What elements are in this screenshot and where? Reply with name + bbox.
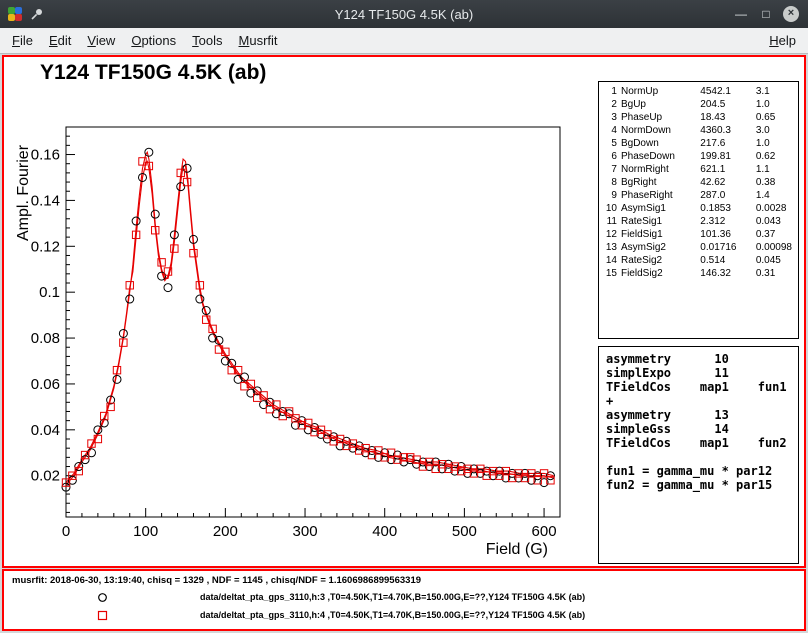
- param-row-ratesig2: 14RateSig20.5140.045: [603, 254, 794, 267]
- param-row-asymsig1: 10AsymSig10.18530.0028: [603, 202, 794, 215]
- svg-text:0.16: 0.16: [31, 147, 60, 164]
- theory-box[interactable]: asymmetry 10 simplExpo 11 TFieldCos map1…: [598, 346, 799, 564]
- svg-text:0: 0: [62, 523, 70, 540]
- menubar: FileEditViewOptionsToolsMusrfit Help: [0, 28, 808, 54]
- svg-text:0.1: 0.1: [39, 284, 60, 301]
- param-row-normdown: 4NormDown4360.33.0: [603, 124, 794, 137]
- menu-options[interactable]: Options: [123, 29, 184, 52]
- param-row-bgdown: 5BgDown217.61.0: [603, 137, 794, 150]
- circle-marker-icon: [94, 592, 110, 603]
- svg-text:400: 400: [372, 523, 397, 540]
- menu-tools[interactable]: Tools: [184, 29, 230, 52]
- param-row-bgup: 2BgUp204.51.0: [603, 98, 794, 111]
- legend-entry-1: data/deltat_pta_gps_3110,h:3 ,T0=4.50K,T…: [4, 589, 804, 605]
- svg-text:0.14: 0.14: [31, 192, 60, 209]
- plot-title: Y124 TF150G 4.5K (ab): [40, 61, 266, 85]
- plot-pad[interactable]: Y124 TF150G 4.5K (ab) 0 100 200 300 400 500 60…: [2, 55, 806, 568]
- param-row-phaseright: 9PhaseRight287.01.4: [603, 189, 794, 202]
- param-row-normright: 7NormRight621.11.1: [603, 163, 794, 176]
- minimize-button[interactable]: —: [733, 6, 749, 22]
- menu-right-group: Help: [761, 29, 804, 52]
- menu-musrfit[interactable]: Musrfit: [231, 29, 286, 52]
- fit-line-2: [66, 159, 554, 483]
- svg-text:500: 500: [452, 523, 477, 540]
- param-row-phasedown: 6PhaseDown199.810.62: [603, 150, 794, 163]
- info-pad[interactable]: musrfit: 2018-06-30, 13:19:40, chisq = 1…: [2, 569, 806, 631]
- svg-text:100: 100: [133, 523, 158, 540]
- svg-text:300: 300: [293, 523, 318, 540]
- menu-left-group: FileEditViewOptionsToolsMusrfit: [4, 29, 286, 52]
- legend-entry-2: data/deltat_pta_gps_3110,h:4 ,T0=4.50K,T…: [4, 607, 804, 623]
- param-row-normup: 1NormUp4542.13.1: [603, 85, 794, 98]
- titlebar[interactable]: Y124 TF150G 4.5K (ab) — □ ×: [0, 0, 808, 28]
- pin-icon[interactable]: [29, 7, 44, 22]
- legend-label: data/deltat_pta_gps_3110,h:4 ,T0=4.50K,T…: [200, 610, 585, 620]
- maximize-button[interactable]: □: [758, 6, 774, 22]
- window-title: Y124 TF150G 4.5K (ab): [0, 7, 808, 22]
- svg-text:0.12: 0.12: [31, 238, 60, 255]
- fit-info-line: musrfit: 2018-06-30, 13:19:40, chisq = 1…: [12, 575, 421, 586]
- svg-text:600: 600: [532, 523, 557, 540]
- app-icon: [7, 6, 23, 22]
- series-circles: [62, 148, 554, 491]
- menu-edit[interactable]: Edit: [41, 29, 79, 52]
- svg-text:0.02: 0.02: [31, 468, 60, 485]
- svg-text:200: 200: [213, 523, 238, 540]
- x-axis-title: Field (G): [486, 541, 548, 558]
- root-canvas: Y124 TF150G 4.5K (ab) 0 100 200 300 400 500 60…: [0, 54, 808, 633]
- legend-label: data/deltat_pta_gps_3110,h:3 ,T0=4.50K,T…: [200, 592, 585, 602]
- series-squares: [62, 158, 554, 487]
- param-row-ratesig1: 11RateSig12.3120.043: [603, 215, 794, 228]
- x-axis: 0 100 200 300 400 500 600Field (G): [62, 508, 560, 558]
- menu-file[interactable]: File: [4, 29, 41, 52]
- svg-text:0.06: 0.06: [31, 376, 60, 393]
- param-row-fieldsig2: 15FieldSig2146.320.31: [603, 267, 794, 280]
- square-marker-icon: [94, 610, 110, 621]
- svg-text:0.08: 0.08: [31, 330, 60, 347]
- menu-view[interactable]: View: [79, 29, 123, 52]
- fit-parameters-box[interactable]: 1NormUp4542.13.12BgUp204.51.03PhaseUp18.…: [598, 81, 799, 339]
- theory-text: asymmetry 10 simplExpo 11 TFieldCos map1…: [599, 347, 798, 497]
- param-row-fieldsig1: 12FieldSig1101.360.37: [603, 228, 794, 241]
- menu-help[interactable]: Help: [761, 29, 804, 52]
- close-button[interactable]: ×: [783, 6, 799, 22]
- param-row-phaseup: 3PhaseUp18.430.65: [603, 111, 794, 124]
- svg-text:0.04: 0.04: [31, 422, 60, 439]
- param-row-bgright: 8BgRight42.620.38: [603, 176, 794, 189]
- app-window: Y124 TF150G 4.5K (ab) — □ × FileEditView…: [0, 0, 808, 633]
- y-axis-title: Ampl. Fourier: [15, 144, 32, 241]
- param-row-asymsig2: 13AsymSig20.017160.00098: [603, 241, 794, 254]
